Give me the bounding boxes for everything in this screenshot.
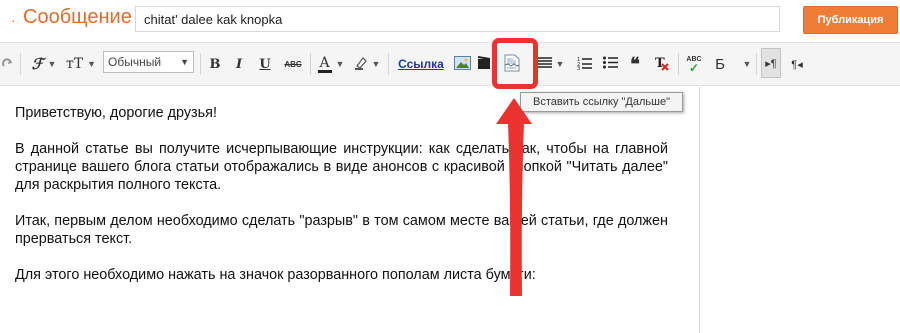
chevron-down-icon: ▼ — [335, 59, 345, 69]
publish-button[interactable]: Публикация — [803, 6, 898, 34]
annotation-highlight-box — [492, 38, 538, 89]
paragraph: В данной статье вы получите исчерпывающи… — [15, 141, 668, 193]
ltr-label: ¶ — [770, 57, 777, 70]
align-icon — [537, 56, 552, 72]
format-dropdown[interactable]: ▼ — [738, 43, 752, 85]
link-button[interactable]: Ссылка — [396, 43, 446, 85]
font-family-icon: ℱ — [31, 55, 44, 73]
chevron-down-icon: ▼ — [47, 59, 57, 69]
numbered-list-icon: 123 — [577, 56, 592, 73]
font-size-icon: ᴛT — [65, 56, 84, 72]
chevron-down-icon: ▼ — [180, 57, 189, 67]
numbered-list-button[interactable]: 123 — [574, 43, 594, 85]
toolbar-divider — [200, 53, 201, 75]
link-label: Ссылка — [398, 57, 444, 71]
paragraph: Итак, первым делом необходимо сделать "р… — [15, 213, 668, 247]
insert-video-button[interactable] — [477, 43, 491, 85]
format-button[interactable]: Б — [710, 43, 730, 85]
post-body[interactable]: Приветствую, дорогие друзья! В данной ст… — [15, 104, 668, 302]
chevron-down-icon: ▼ — [555, 59, 565, 69]
clear-format-button[interactable]: T — [652, 43, 672, 85]
bullet-icon: · — [11, 12, 16, 28]
paragraph: Для этого необходимо нажать на значок ра… — [15, 267, 536, 283]
font-style-value: Обычный — [108, 55, 162, 69]
rtl-icon: ¶◂ — [791, 58, 803, 71]
insert-image-button[interactable] — [452, 43, 472, 85]
chevron-down-icon: ▼ — [742, 59, 752, 69]
tooltip: Вставить ссылку "Дальше" — [520, 92, 683, 112]
video-icon — [478, 55, 490, 73]
chevron-down-icon: ▼ — [87, 59, 96, 69]
redo-icon[interactable] — [0, 43, 16, 85]
rtl-label: ¶ — [791, 58, 798, 71]
post-title-input[interactable] — [135, 6, 780, 32]
ltr-icon: ▸¶ — [765, 57, 777, 70]
quote-icon: ❝ — [630, 53, 640, 75]
spellcheck-icon: ABC ✓ — [686, 56, 702, 75]
align-button[interactable]: ▼ — [536, 43, 566, 85]
strikethrough-button[interactable]: ABC — [282, 43, 304, 85]
underline-button[interactable]: U — [256, 43, 274, 85]
bullet-list-icon — [602, 56, 618, 72]
font-style-select[interactable]: Обычный ▼ — [103, 51, 194, 73]
toolbar-divider — [20, 53, 21, 75]
toolbar-divider — [756, 53, 757, 75]
chevron-down-icon: ▼ — [371, 59, 381, 69]
bold-button[interactable]: B — [206, 43, 224, 85]
toolbar-divider — [310, 53, 311, 75]
ltr-button[interactable]: ▸¶ — [761, 48, 781, 78]
text-color-button[interactable]: A ▼ — [316, 43, 346, 85]
rtl-button[interactable]: ¶◂ — [787, 43, 807, 85]
highlight-icon — [354, 56, 368, 73]
quote-button[interactable]: ❝ — [625, 43, 645, 85]
image-icon — [453, 55, 471, 73]
highlight-button[interactable]: ▼ — [352, 43, 382, 85]
italic-button[interactable]: I — [230, 43, 248, 85]
svg-text:3: 3 — [577, 66, 580, 70]
text-color-swatch — [317, 69, 332, 73]
text-color-icon: A — [319, 54, 330, 71]
top-bar: · Сообщение Публикация — [0, 0, 900, 40]
toolbar-divider — [388, 53, 389, 75]
font-family-button[interactable]: ℱ ▼ — [28, 43, 60, 85]
spellcheck-button[interactable]: ABC ✓ — [684, 43, 704, 85]
clear-format-icon: T — [654, 55, 670, 74]
toolbar-divider — [678, 53, 679, 75]
bullet-list-button[interactable] — [600, 43, 620, 85]
page-title: Сообщение — [23, 6, 132, 28]
font-size-button[interactable]: ᴛT ▼ — [64, 43, 98, 85]
